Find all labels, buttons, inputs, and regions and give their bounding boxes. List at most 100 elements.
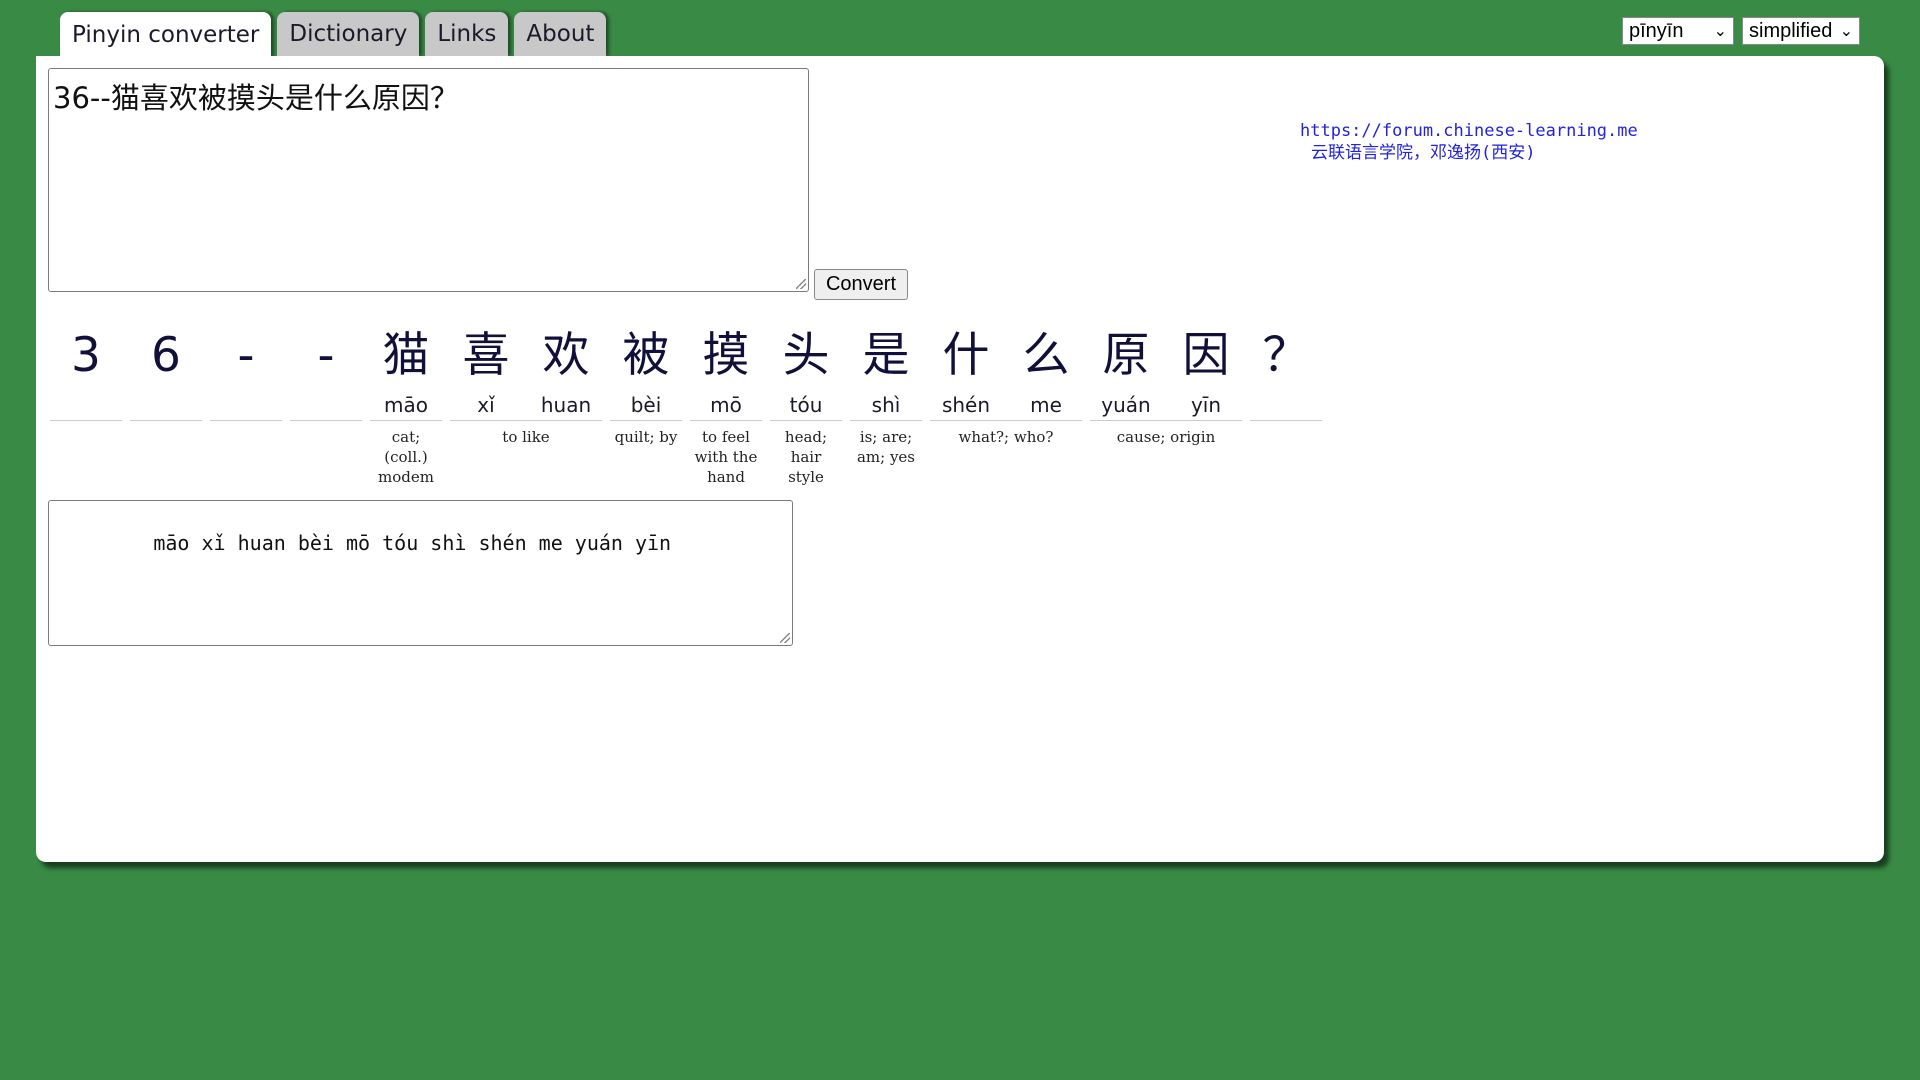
hanzi: 喜	[462, 328, 510, 383]
word-gloss: what?; who?	[958, 428, 1054, 446]
word-gloss: head; hair style	[784, 428, 828, 486]
script-select-value: simplified	[1749, 19, 1833, 42]
hanzi: 因	[1182, 328, 1230, 383]
word-underline	[1250, 420, 1322, 421]
credit-block: https://forum.chinese-learning.me 云联语言学院…	[1300, 120, 1700, 164]
word-underline	[370, 420, 442, 421]
character-unit: -	[290, 322, 362, 420]
word-underline	[690, 420, 762, 421]
word-underline	[210, 420, 282, 421]
word-characters: 头 tóu	[770, 322, 842, 420]
word-gloss: quilt; by	[614, 428, 678, 446]
character-unit: 什 shén	[930, 322, 1002, 420]
word-characters: -	[290, 322, 362, 420]
hanzi: 原	[1102, 328, 1150, 383]
chinese-input[interactable]: 36--猫喜欢被摸头是什么原因？	[48, 68, 809, 292]
word-characters: 6	[130, 322, 202, 420]
chevron-down-icon: ⌄	[1839, 23, 1853, 40]
character-unit: 猫 māo	[370, 322, 442, 420]
word-cell[interactable]: 什 shén 么 me what?; who?	[930, 322, 1082, 447]
word-cell[interactable]: 猫 māo cat; (coll.) modem	[370, 322, 442, 487]
tab-dictionary[interactable]: Dictionary	[277, 12, 420, 56]
chevron-down-icon: ⌄	[1713, 23, 1727, 40]
word-gloss: cat; (coll.) modem	[378, 428, 434, 486]
pinyin-syllable: yīn	[1190, 393, 1222, 417]
word-cell[interactable]: 喜 xǐ 欢 huan to like	[450, 322, 602, 447]
word-underline	[130, 420, 202, 421]
word-cell[interactable]: 原 yuán 因 yīn cause; origin	[1090, 322, 1242, 447]
tab-links[interactable]: Links	[425, 12, 509, 56]
tab-about[interactable]: About	[514, 12, 607, 56]
hanzi: -	[317, 328, 335, 383]
word-characters: 原 yuán 因 yīn	[1090, 322, 1242, 420]
word-cell[interactable]: -	[210, 322, 282, 427]
word-cell[interactable]: 6	[130, 322, 202, 427]
tab-bar: Pinyin converter Dictionary Links About	[60, 12, 607, 57]
pinyin-syllable: shì	[871, 393, 901, 417]
hanzi: ？	[1262, 328, 1310, 383]
forum-link[interactable]: https://forum.chinese-learning.me	[1300, 120, 1700, 142]
converter-panel: 36--猫喜欢被摸头是什么原因？ Convert https://forum.c…	[36, 56, 1884, 862]
pinyin-syllable: yuán	[1101, 393, 1151, 417]
word-characters: 什 shén 么 me	[930, 322, 1082, 420]
word-cell[interactable]: 摸 mō to feel with the hand	[690, 322, 762, 487]
hanzi: 欢	[542, 328, 590, 383]
tab-pinyin-converter[interactable]: Pinyin converter	[60, 12, 272, 57]
word-gloss: cause; origin	[1116, 428, 1216, 446]
hanzi: -	[237, 328, 255, 383]
word-characters: 猫 māo	[370, 322, 442, 420]
pinyin-syllable: huan	[540, 393, 592, 417]
character-unit: 么 me	[1010, 322, 1082, 420]
pinyin-syllable: me	[1030, 393, 1062, 417]
character-unit: 喜 xǐ	[450, 322, 522, 420]
word-underline	[50, 420, 122, 421]
character-unit: 因 yīn	[1170, 322, 1242, 420]
word-underline	[1090, 420, 1242, 421]
pinyin-syllable: tóu	[789, 393, 823, 417]
character-unit: 被 bèi	[610, 322, 682, 420]
word-gloss: is; are; am; yes	[856, 428, 916, 466]
character-unit: 是 shì	[850, 322, 922, 420]
romanization-select-value: pīnyīn	[1629, 19, 1684, 42]
pinyin-syllable: bèi	[630, 393, 662, 417]
word-underline	[290, 420, 362, 421]
word-characters: 3	[50, 322, 122, 420]
word-underline	[610, 420, 682, 421]
resize-handle-icon[interactable]	[780, 633, 790, 643]
word-underline	[770, 420, 842, 421]
word-cell[interactable]: 被 bèi quilt; by	[610, 322, 682, 447]
word-cell[interactable]: 3	[50, 322, 122, 427]
word-characters: ？	[1250, 322, 1322, 420]
word-characters: 是 shì	[850, 322, 922, 420]
word-gloss: to feel with the hand	[694, 428, 758, 486]
word-cell[interactable]: 是 shì is; are; am; yes	[850, 322, 922, 467]
character-unit: 3	[50, 322, 122, 420]
character-unit: 摸 mō	[690, 322, 762, 420]
hanzi: 头	[782, 328, 830, 383]
hanzi: 6	[151, 328, 181, 383]
annotated-characters: 3 6- - 猫 māo cat; (coll.) modem 喜 xǐ 欢 huan to lik…	[50, 322, 1322, 487]
word-gloss: to like	[502, 428, 550, 446]
resize-handle-icon[interactable]	[796, 279, 806, 289]
pinyin-syllable: xǐ	[477, 393, 495, 417]
chinese-input-text: 36--猫喜欢被摸头是什么原因？	[53, 81, 459, 115]
word-characters: -	[210, 322, 282, 420]
character-unit: 6	[130, 322, 202, 420]
word-cell[interactable]: 头 tóu head; hair style	[770, 322, 842, 487]
word-underline	[930, 420, 1082, 421]
word-cell[interactable]: -	[290, 322, 362, 427]
word-characters: 摸 mō	[690, 322, 762, 420]
word-underline	[850, 420, 922, 421]
convert-button[interactable]: Convert	[814, 269, 908, 300]
character-unit: 欢 huan	[530, 322, 602, 420]
hanzi: 是	[862, 328, 910, 383]
word-cell[interactable]: ？	[1250, 322, 1322, 427]
character-unit: -	[210, 322, 282, 420]
romanization-select[interactable]: pīnyīn ⌄	[1622, 17, 1734, 45]
script-select[interactable]: simplified ⌄	[1742, 17, 1860, 45]
character-unit: ？	[1250, 322, 1322, 420]
pinyin-output-text: māo xǐ huan bèi mō tóu shì shén me yuán …	[105, 531, 672, 555]
pinyin-output[interactable]: māo xǐ huan bèi mō tóu shì shén me yuán …	[48, 500, 793, 646]
options-bar: pīnyīn ⌄ simplified ⌄	[1622, 17, 1860, 45]
word-characters: 被 bèi	[610, 322, 682, 420]
